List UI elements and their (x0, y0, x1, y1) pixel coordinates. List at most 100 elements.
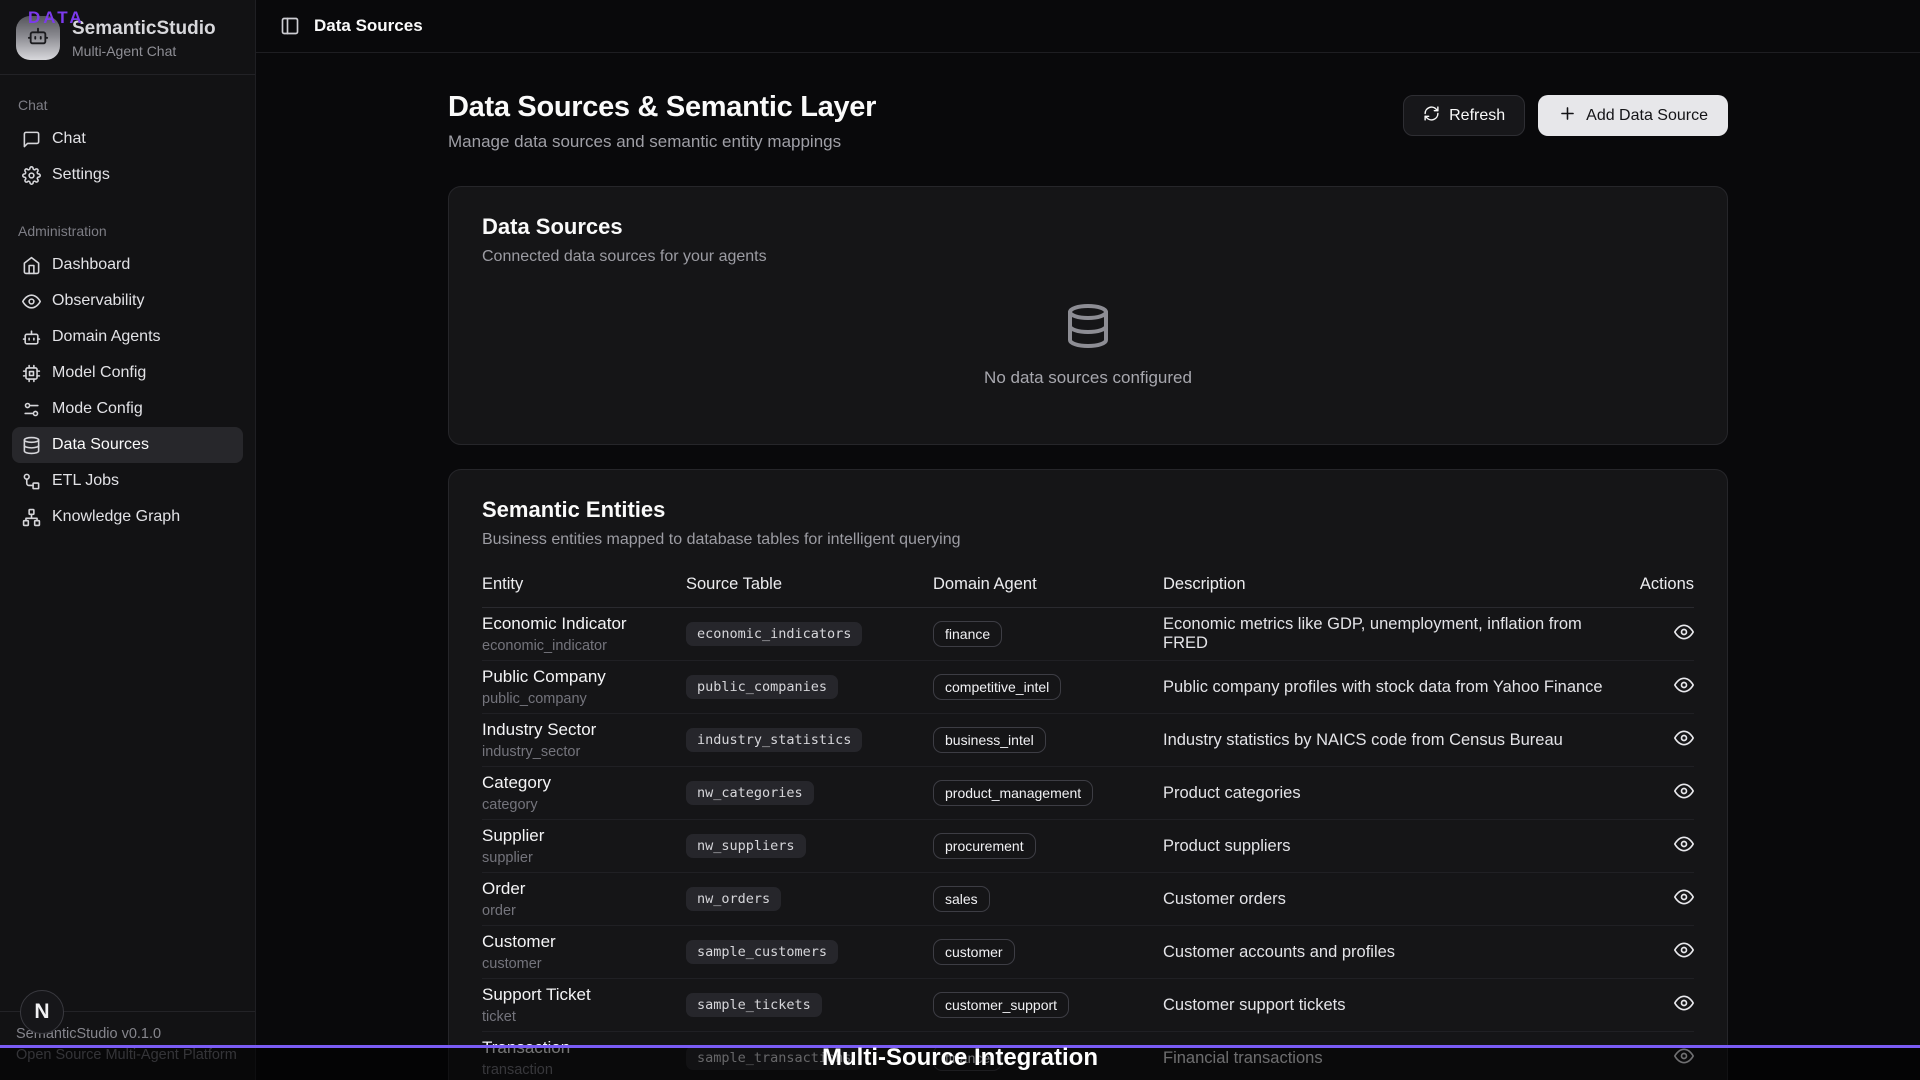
domain-agent-badge: business_intel (933, 727, 1046, 753)
data-sources-card-subtitle: Connected data sources for your agents (482, 248, 1694, 266)
entity-name: Public Company (482, 667, 686, 687)
domain-agent-badge: procurement (933, 833, 1036, 859)
sidebar-item-model-config[interactable]: Model Config (12, 355, 243, 391)
column-header-actions: Actions (1630, 575, 1694, 594)
page-header: Data Sources & Semantic Layer Manage dat… (448, 91, 1728, 152)
source-table-badge: nw_orders (686, 887, 781, 911)
main-area: Data Sources Data Sources & Semantic Lay… (256, 0, 1920, 1080)
sidebar-item-chat[interactable]: Chat (12, 121, 243, 157)
source-table-badge: industry_statistics (686, 728, 862, 752)
entity-description: Industry statistics by NAICS code from C… (1163, 731, 1630, 750)
entity-description: Public company profiles with stock data … (1163, 678, 1630, 697)
semantic-entities-subtitle: Business entities mapped to database tab… (482, 531, 1694, 549)
header-actions: Refresh Add Data Source (1403, 95, 1728, 136)
entity-slug: ticket (482, 1009, 686, 1025)
page-subtitle: Manage data sources and semantic entity … (448, 132, 876, 152)
topbar-title: Data Sources (314, 16, 423, 36)
bot-icon (22, 328, 41, 347)
view-entity-button[interactable] (1674, 728, 1694, 748)
view-entity-button[interactable] (1674, 834, 1694, 854)
domain-agent-badge: finance (933, 621, 1002, 647)
database-icon (1064, 302, 1112, 350)
view-entity-button[interactable] (1674, 622, 1694, 642)
refresh-icon (1423, 105, 1440, 127)
source-table-badge: sample_customers (686, 940, 838, 964)
domain-agent-badge: product_management (933, 780, 1093, 806)
column-header-domain-agent: Domain Agent (933, 575, 1163, 594)
workflow-icon (22, 472, 41, 491)
entity-slug: order (482, 903, 686, 919)
semantic-entities-title: Semantic Entities (482, 497, 1694, 523)
table-row: Supplier supplier nw_suppliers procureme… (482, 820, 1694, 873)
sidebar-item-observability[interactable]: Observability (12, 283, 243, 319)
sliders-icon (22, 400, 41, 419)
entity-description: Economic metrics like GDP, unemployment,… (1163, 615, 1630, 653)
database-icon (22, 436, 41, 455)
source-table-badge: nw_suppliers (686, 834, 806, 858)
table-row: Category category nw_categories product_… (482, 767, 1694, 820)
entity-name: Industry Sector (482, 720, 686, 740)
sidebar-item-domain-agents[interactable]: Domain Agents (12, 319, 243, 355)
sidebar-item-etl-jobs[interactable]: ETL Jobs (12, 463, 243, 499)
topbar: Data Sources (256, 0, 1920, 53)
entity-slug: supplier (482, 850, 686, 866)
refresh-label: Refresh (1449, 107, 1505, 125)
column-header-entity: Entity (482, 575, 686, 594)
panel-left-icon[interactable] (280, 16, 300, 36)
sidebar-item-settings[interactable]: Settings (12, 157, 243, 193)
sidebar-item-dashboard[interactable]: Dashboard (12, 247, 243, 283)
entity-name: Support Ticket (482, 985, 686, 1005)
entity-description: Customer accounts and profiles (1163, 943, 1630, 962)
cpu-icon (22, 364, 41, 383)
sidebar-item-knowledge-graph[interactable]: Knowledge Graph (12, 499, 243, 535)
gear-icon (22, 166, 41, 185)
domain-agent-badge: customer (933, 939, 1015, 965)
sidebar-nav: Chat Chat Settings Administration Dashbo… (0, 75, 255, 1011)
view-entity-button[interactable] (1674, 887, 1694, 907)
domain-agent-badge: customer_support (933, 992, 1069, 1018)
overlay-caption: Multi-Source Integration (0, 1044, 1920, 1072)
source-table-badge: nw_categories (686, 781, 814, 805)
refresh-button[interactable]: Refresh (1403, 95, 1525, 136)
chat-icon (22, 130, 41, 149)
data-overlay-label: DATA (28, 8, 85, 28)
table-row: Support Ticket ticket sample_tickets cus… (482, 979, 1694, 1032)
bot-icon (27, 25, 49, 52)
table-row: Economic Indicator economic_indicator ec… (482, 608, 1694, 661)
view-entity-button[interactable] (1674, 781, 1694, 801)
table-header-row: Entity Source Table Domain Agent Descrip… (482, 575, 1694, 608)
dev-badge[interactable]: N (20, 990, 64, 1034)
entity-name: Economic Indicator (482, 614, 686, 634)
sidebar-group-label: Administration (12, 215, 243, 247)
eye-icon (22, 292, 41, 311)
entity-slug: customer (482, 956, 686, 972)
page-content: Data Sources & Semantic Layer Manage dat… (256, 53, 1920, 1080)
table-row: Order order nw_orders sales Customer ord… (482, 873, 1694, 926)
entity-description: Product categories (1163, 784, 1630, 803)
entity-slug: category (482, 797, 686, 813)
add-data-source-button[interactable]: Add Data Source (1538, 95, 1728, 136)
entity-slug: industry_sector (482, 744, 686, 760)
entity-name: Supplier (482, 826, 686, 846)
view-entity-button[interactable] (1674, 675, 1694, 695)
add-data-source-label: Add Data Source (1586, 107, 1708, 125)
app-window: DATA SemanticStudio Multi-Agent Chat Cha… (0, 0, 1920, 1080)
sidebar-item-data-sources[interactable]: Data Sources (12, 427, 243, 463)
view-entity-button[interactable] (1674, 993, 1694, 1013)
sidebar-item-mode-config[interactable]: Mode Config (12, 391, 243, 427)
view-entity-button[interactable] (1674, 940, 1694, 960)
entity-description: Customer support tickets (1163, 996, 1630, 1015)
table-row: Public Company public_company public_com… (482, 661, 1694, 714)
source-table-badge: sample_tickets (686, 993, 822, 1017)
graph-icon (22, 508, 41, 527)
data-sources-card: Data Sources Connected data sources for … (448, 186, 1728, 445)
table-row: Industry Sector industry_sector industry… (482, 714, 1694, 767)
column-header-description: Description (1163, 575, 1630, 594)
sidebar-header: DATA SemanticStudio Multi-Agent Chat (0, 0, 255, 75)
sidebar-group-label: Chat (12, 89, 243, 121)
app-subtitle: Multi-Agent Chat (72, 43, 216, 59)
entity-description: Customer orders (1163, 890, 1630, 909)
data-sources-card-title: Data Sources (482, 214, 1694, 240)
table-body: Economic Indicator economic_indicator ec… (482, 608, 1694, 1080)
column-header-source-table: Source Table (686, 575, 933, 594)
